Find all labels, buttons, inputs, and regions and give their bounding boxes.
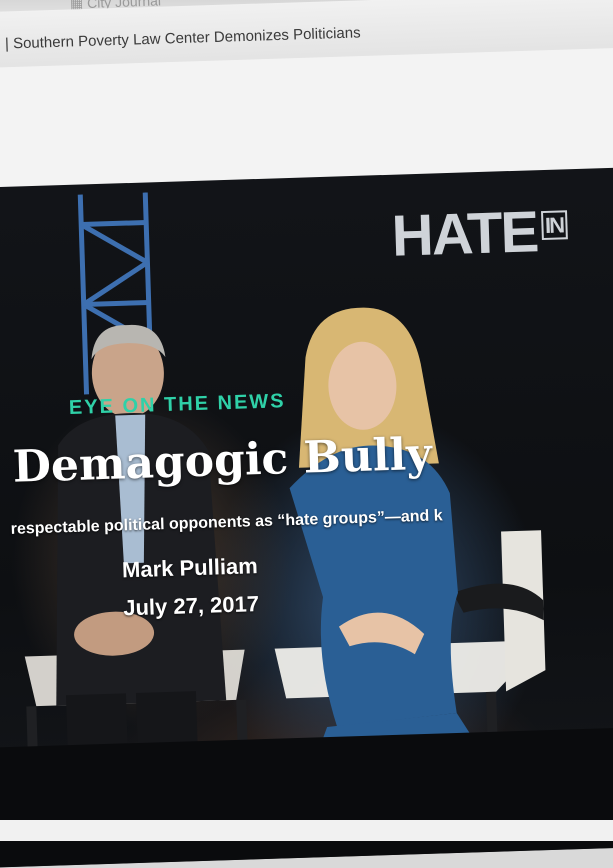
stage-floor — [0, 726, 613, 868]
man-figure — [56, 324, 227, 786]
article-date: July 27, 2017 — [122, 591, 260, 621]
hero-image: HATE IN EYE ON THE NEWS Demagogic Bully r… — [0, 166, 613, 868]
page-title: | Southern Poverty Law Center Demonizes … — [4, 24, 361, 53]
page-bottom-edge — [0, 820, 613, 841]
article-author[interactable]: Mark Pulliam — [122, 553, 258, 583]
